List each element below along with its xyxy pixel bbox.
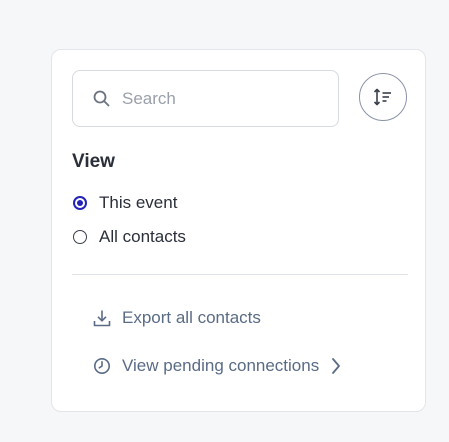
search-field[interactable] (72, 70, 339, 127)
radio-button[interactable] (73, 230, 87, 244)
radio-option-this-event[interactable]: This event (73, 193, 177, 213)
chevron-right-icon (331, 357, 341, 375)
radio-label-all-contacts: All contacts (99, 227, 186, 246)
view-pending-connections-link[interactable]: View pending connections (93, 356, 341, 376)
export-contacts-link[interactable]: Export all contacts (93, 308, 261, 328)
search-input[interactable] (122, 88, 322, 109)
view-pending-connections-label: View pending connections (122, 356, 320, 375)
sort-button[interactable] (359, 73, 407, 121)
view-heading: View (72, 151, 115, 172)
radio-option-all-contacts[interactable]: All contacts (73, 227, 186, 247)
divider (72, 274, 408, 275)
search-icon (93, 90, 110, 107)
radio-label-this-event: This event (99, 193, 178, 212)
download-icon (93, 309, 111, 327)
export-contacts-label: Export all contacts (122, 308, 261, 327)
clock-icon (93, 357, 111, 375)
sort-icon (373, 87, 393, 107)
search-row (72, 70, 408, 128)
radio-button-selected[interactable] (73, 196, 87, 210)
contacts-filter-panel: View This event All contacts Export all … (51, 49, 426, 412)
